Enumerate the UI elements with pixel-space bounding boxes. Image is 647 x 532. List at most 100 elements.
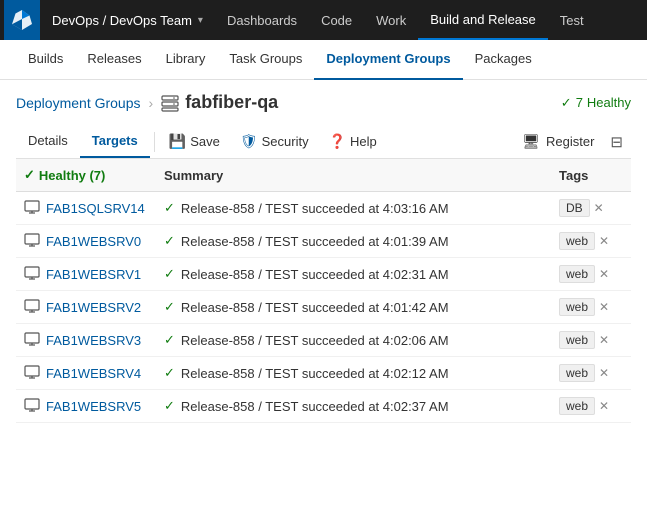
healthy-label: Healthy	[587, 95, 631, 110]
success-check-icon: ✓	[164, 365, 175, 381]
target-name-cell: FAB1WEBSRV4	[24, 365, 148, 381]
shield-icon: 🛡	[240, 133, 258, 150]
breadcrumb-current: fabfiber-qa	[161, 92, 278, 113]
target-name-cell: FAB1WEBSRV0	[24, 233, 148, 249]
nav-work[interactable]: Work	[364, 0, 418, 40]
target-name-cell: FAB1WEBSRV1	[24, 266, 148, 282]
tag-badge: web	[559, 364, 595, 382]
top-navigation: DevOps / DevOps Team ▾ Dashboards Code W…	[0, 0, 647, 40]
target-name-cell: FAB1WEBSRV3	[24, 332, 148, 348]
target-summary-cell: ✓ Release-858 / TEST succeeded at 4:02:0…	[164, 332, 543, 348]
healthy-header: ✓ Healthy (7)	[24, 167, 148, 183]
tab-targets[interactable]: Targets	[80, 125, 150, 158]
filter-button[interactable]: ⊟	[602, 127, 631, 157]
tag-remove-button[interactable]: ✕	[599, 366, 609, 380]
table-row: FAB1WEBSRV3 ✓ Release-858 / TEST succeed…	[16, 324, 631, 357]
target-name[interactable]: FAB1WEBSRV3	[46, 333, 141, 348]
target-summary: Release-858 / TEST succeeded at 4:01:42 …	[181, 300, 449, 315]
target-name[interactable]: FAB1WEBSRV0	[46, 234, 141, 249]
second-navigation: Builds Releases Library Task Groups Depl…	[0, 40, 647, 80]
nav-build-release[interactable]: Build and Release	[418, 0, 548, 40]
target-name[interactable]: FAB1WEBSRV4	[46, 366, 141, 381]
target-name-cell: FAB1SQLSRV14	[24, 200, 148, 216]
tag-remove-button[interactable]: ✕	[599, 333, 609, 347]
nav-library[interactable]: Library	[154, 40, 218, 80]
tab-details[interactable]: Details	[16, 125, 80, 158]
table-header-row: ✓ Healthy (7) Summary Tags	[16, 159, 631, 192]
monitor-icon	[24, 365, 40, 381]
target-tag-cell: web ✕	[559, 364, 623, 382]
target-name-cell: FAB1WEBSRV5	[24, 398, 148, 414]
monitor-icon	[24, 398, 40, 414]
target-name[interactable]: FAB1WEBSRV1	[46, 267, 141, 282]
nav-task-groups[interactable]: Task Groups	[217, 40, 314, 80]
nav-releases[interactable]: Releases	[75, 40, 153, 80]
target-tag-cell: DB ✕	[559, 199, 623, 217]
nav-code[interactable]: Code	[309, 0, 364, 40]
tag-badge: web	[559, 265, 595, 283]
help-button[interactable]: ❓ Help	[319, 127, 387, 156]
tab-row: Details Targets 💾 Save 🛡 Security ❓ Help…	[16, 125, 631, 159]
target-tag-cell: web ✕	[559, 331, 623, 349]
tag-badge: web	[559, 397, 595, 415]
target-summary-cell: ✓ Release-858 / TEST succeeded at 4:02:1…	[164, 365, 543, 381]
nav-test[interactable]: Test	[548, 0, 596, 40]
monitor-icon	[24, 332, 40, 348]
tab-divider	[154, 132, 155, 152]
help-icon: ❓	[329, 133, 346, 150]
nav-builds[interactable]: Builds	[16, 40, 75, 80]
security-button[interactable]: 🛡 Security	[230, 127, 319, 156]
monitor-icon	[24, 200, 40, 216]
target-summary: Release-858 / TEST succeeded at 4:02:31 …	[181, 267, 449, 282]
breadcrumb-separator: ›	[149, 95, 154, 111]
monitor-icon	[24, 299, 40, 315]
register-button[interactable]: 🖥 Register	[514, 127, 602, 156]
breadcrumb: Deployment Groups › fabfiber-qa ✓ 7 Heal…	[16, 92, 631, 113]
table-row: FAB1WEBSRV4 ✓ Release-858 / TEST succeed…	[16, 357, 631, 390]
chevron-down-icon: ▾	[198, 15, 203, 26]
target-summary: Release-858 / TEST succeeded at 4:02:12 …	[181, 366, 449, 381]
monitor-icon	[24, 233, 40, 249]
tag-remove-button[interactable]: ✕	[599, 300, 609, 314]
nav-packages[interactable]: Packages	[463, 40, 544, 80]
org-selector[interactable]: DevOps / DevOps Team ▾	[40, 0, 215, 40]
table-row: FAB1WEBSRV1 ✓ Release-858 / TEST succeed…	[16, 258, 631, 291]
tag-remove-button[interactable]: ✕	[599, 399, 609, 413]
target-name[interactable]: FAB1SQLSRV14	[46, 201, 145, 216]
target-name-cell: FAB1WEBSRV2	[24, 299, 148, 315]
org-label: DevOps / DevOps Team	[52, 13, 192, 28]
success-check-icon: ✓	[164, 233, 175, 249]
target-summary-cell: ✓ Release-858 / TEST succeeded at 4:02:3…	[164, 266, 543, 282]
target-summary: Release-858 / TEST succeeded at 4:01:39 …	[181, 234, 449, 249]
success-check-icon: ✓	[164, 332, 175, 348]
table-row: FAB1WEBSRV2 ✓ Release-858 / TEST succeed…	[16, 291, 631, 324]
target-name[interactable]: FAB1WEBSRV5	[46, 399, 141, 414]
target-tag-cell: web ✕	[559, 265, 623, 283]
tag-remove-button[interactable]: ✕	[599, 234, 609, 248]
success-check-icon: ✓	[164, 266, 175, 282]
tag-badge: web	[559, 298, 595, 316]
tag-remove-button[interactable]: ✕	[599, 267, 609, 281]
tag-badge: web	[559, 232, 595, 250]
target-summary: Release-858 / TEST succeeded at 4:02:37 …	[181, 399, 449, 414]
target-tag-cell: web ✕	[559, 232, 623, 250]
breadcrumb-parent[interactable]: Deployment Groups	[16, 95, 141, 111]
table-row: FAB1WEBSRV0 ✓ Release-858 / TEST succeed…	[16, 225, 631, 258]
tag-remove-button[interactable]: ✕	[594, 201, 604, 215]
target-summary: Release-858 / TEST succeeded at 4:03:16 …	[181, 201, 449, 216]
register-icon: 🖥	[522, 133, 540, 150]
target-name[interactable]: FAB1WEBSRV2	[46, 300, 141, 315]
save-button[interactable]: 💾 Save	[159, 127, 230, 156]
monitor-icon	[24, 266, 40, 282]
col-header-tags: Tags	[551, 159, 631, 192]
nav-dashboards[interactable]: Dashboards	[215, 0, 309, 40]
table-row: FAB1SQLSRV14 ✓ Release-858 / TEST succee…	[16, 192, 631, 225]
healthy-count: 7	[576, 95, 583, 110]
logo[interactable]	[4, 0, 40, 40]
col-header-name: ✓ Healthy (7)	[16, 159, 156, 192]
targets-table: ✓ Healthy (7) Summary Tags FAB1SQLSRV14 …	[16, 159, 631, 423]
nav-deployment-groups[interactable]: Deployment Groups	[314, 40, 462, 80]
col-header-summary: Summary	[156, 159, 551, 192]
healthy-check-header-icon: ✓	[24, 167, 35, 183]
healthy-check-icon: ✓	[561, 95, 572, 111]
